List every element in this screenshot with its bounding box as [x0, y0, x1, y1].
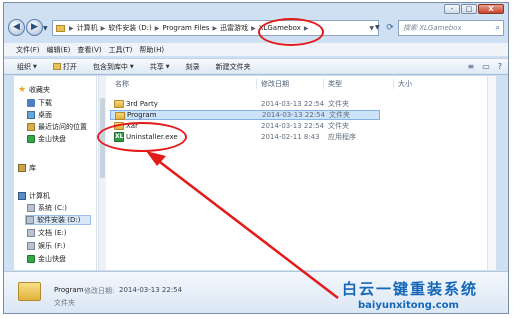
watermark-title: 白云一键重装系统 [342, 280, 479, 298]
annotation-arrow [146, 151, 339, 299]
watermark-url: baiyunxitong.com [358, 300, 459, 311]
